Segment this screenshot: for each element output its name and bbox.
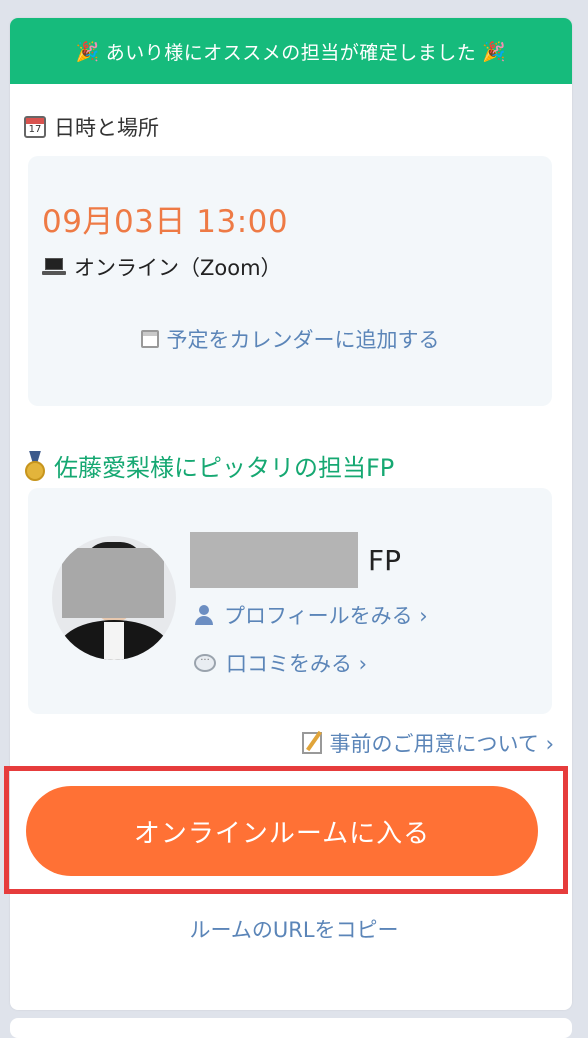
add-to-calendar-link[interactable]: 予定をカレンダーに追加する: [28, 324, 552, 354]
next-card-edge: [10, 1018, 572, 1038]
copy-room-url-link[interactable]: ルームのURLをコピー: [0, 914, 588, 944]
schedule-box: 09月03日 13:00 オンライン（Zoom） 予定をカレンダーに追加する: [28, 156, 552, 406]
section-label-datetime: 17 日時と場所: [24, 112, 159, 142]
reviews-link[interactable]: ··· 口コミをみる ›: [194, 648, 367, 678]
banner-text: あいり様にオススメの担当が確定しました: [105, 41, 477, 64]
place-text: オンライン（Zoom）: [74, 256, 282, 280]
preparation-link-text[interactable]: 事前のご用意について ›: [330, 728, 554, 758]
confirmation-banner: 🎉 あいり様にオススメの担当が確定しました 🎉: [10, 18, 572, 84]
calendar-icon: 17: [24, 116, 46, 138]
profile-link-text[interactable]: プロフィールをみる ›: [224, 600, 428, 630]
laptop-icon: [42, 258, 66, 276]
profile-link[interactable]: プロフィールをみる ›: [194, 600, 428, 630]
add-to-calendar-text[interactable]: 予定をカレンダーに追加する: [167, 324, 440, 354]
reviews-link-text[interactable]: 口コミをみる ›: [226, 648, 367, 678]
enter-online-room-button[interactable]: オンラインルームに入る: [26, 786, 538, 876]
appointment-datetime: 09月03日 13:00: [42, 204, 289, 240]
fp-heading: 佐藤愛梨様にピッタリの担当FP: [24, 448, 394, 483]
fp-name-redaction: [190, 532, 358, 588]
medal-icon: [24, 451, 46, 481]
calendar-icon: [140, 330, 159, 348]
avatar-redaction: [62, 548, 164, 618]
avatar: [52, 536, 176, 660]
party-popper-icon: 🎉: [482, 40, 507, 63]
fp-name-suffix: FP: [368, 544, 401, 577]
appointment-place: オンライン（Zoom）: [42, 252, 282, 282]
section-label-text: 日時と場所: [54, 116, 159, 140]
preparation-link[interactable]: 事前のご用意について ›: [301, 728, 554, 758]
party-popper-icon: 🎉: [75, 40, 100, 63]
speech-bubble-icon: ···: [194, 654, 216, 672]
fp-profile-box: FP プロフィールをみる › ··· 口コミをみる ›: [28, 488, 552, 714]
memo-icon: [301, 732, 322, 754]
fp-heading-text: 佐藤愛梨様にピッタリの担当FP: [54, 454, 395, 482]
person-icon: [194, 605, 214, 625]
